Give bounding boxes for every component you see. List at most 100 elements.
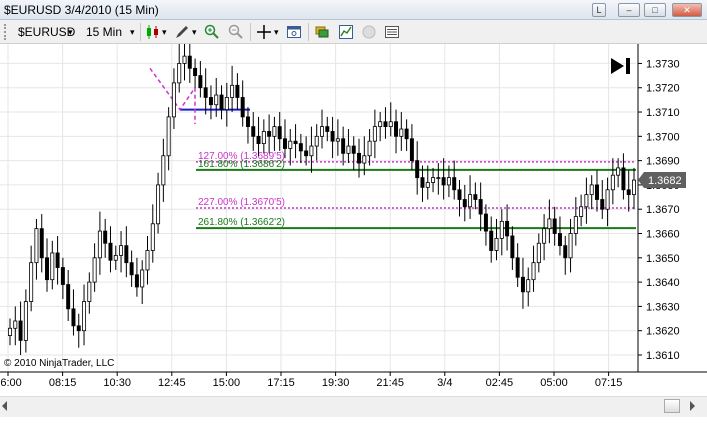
inactive-circle-icon[interactable] [361,24,377,40]
time-label: 21:45 [376,377,404,389]
candle-body [208,97,213,106]
candle [483,204,488,246]
toolbar-grip[interactable] [4,24,10,40]
minimize-button[interactable]: – [618,3,640,17]
candle [145,235,150,285]
candle [314,124,319,161]
candlestick-style-icon[interactable] [145,24,161,40]
candle-body [182,55,187,64]
candle [214,78,219,117]
candle-body [34,228,39,264]
candle [224,82,229,127]
scroll-right-arrow-icon[interactable] [690,401,695,411]
candle [34,218,39,280]
candle-body [60,267,65,285]
candle [351,136,356,171]
candle-body [431,177,436,183]
candle-body [219,94,224,110]
candle [452,160,457,200]
properties-icon[interactable] [286,24,302,40]
crosshair-dropdown-icon[interactable]: ▾ [274,24,279,40]
data-box-icon[interactable] [384,24,400,40]
candle-body [193,67,198,76]
candle [219,85,224,120]
candle-body [134,274,139,288]
candle-body [568,233,573,259]
candle [208,85,213,120]
candle [150,204,155,263]
close-button[interactable]: ✕ [672,3,702,17]
candle-body [605,189,610,210]
candle-body [489,230,494,251]
candle [198,61,203,98]
candle-body [108,242,113,261]
candle-body [124,245,129,264]
crosshair-icon[interactable] [256,24,272,40]
toolbar-separator [308,23,309,41]
candle-body [45,257,50,281]
time-label: 07:15 [595,377,623,389]
candle-body [542,228,547,244]
chart-trader-icon[interactable] [338,24,354,40]
candle-body [314,135,319,147]
candle-body [367,140,372,157]
drawing-dropdown-icon[interactable]: ▾ [192,24,197,40]
link-button[interactable]: L [592,3,606,17]
candle-body [97,230,102,259]
instrument-selector[interactable]: $EURUSD [18,24,75,40]
time-axis: 06:00 08:15 10:30 12:45 15:00 17:15 19:30 21:45… [0,372,622,389]
candle-body [557,233,562,247]
candle [325,116,330,142]
candle [505,204,510,251]
interval-selector[interactable]: 15 Min [86,24,122,40]
candle-body [499,220,504,239]
candle [510,226,515,270]
scrollbar-thumb[interactable] [664,399,680,413]
candle-body [494,237,499,251]
candle-body [240,97,245,118]
candle [272,116,277,151]
candle-body [55,252,60,268]
candle [129,250,134,287]
candle-body [388,121,393,128]
candle [367,129,372,166]
horizontal-scrollbar[interactable] [0,396,707,417]
candle-body [589,184,594,196]
candle-body [171,82,176,118]
candle [415,141,420,195]
candle-body [161,155,166,186]
candle [388,102,393,137]
scroll-left-arrow-icon[interactable] [2,401,7,411]
candle [394,109,399,154]
zoom-out-icon[interactable] [228,24,244,40]
candle [45,238,50,292]
candle-body [103,230,108,244]
candle-body [584,194,589,208]
candle [494,218,499,261]
candle [251,112,256,151]
candle-body [420,177,425,188]
instrument-list-icon[interactable] [314,24,330,40]
candle [557,216,562,256]
price-chart[interactable]: 127.00% (1.3689'5) 161.80% (1.3686'2) 227.… [0,39,707,394]
candle-body [76,325,81,332]
candle-body [621,167,626,191]
zoom-in-icon[interactable] [204,24,220,40]
candle [473,182,478,210]
current-price-label: 1.3682 [648,175,682,187]
candle-body [8,327,12,336]
style-dropdown-icon[interactable]: ▾ [162,24,167,40]
price-axis: 1.3610 1.3620 1.3630 1.3640 1.3650 1.3660 1.36… [638,58,680,362]
candle-body [66,284,71,310]
candle-body [245,116,250,128]
candle-body [198,75,203,89]
chart-canvas[interactable]: 127.00% (1.3689'5)161.80% (1.3686'2)227.… [0,39,707,394]
drawing-pen-icon[interactable] [174,24,190,40]
interval-dropdown-icon[interactable]: ▾ [130,24,135,40]
go-to-end-icon[interactable] [611,58,630,74]
candle [462,184,467,222]
time-label: 12:45 [158,377,186,389]
candle-body [18,320,23,341]
maximize-button[interactable]: □ [644,3,666,17]
instrument-dropdown-icon[interactable]: ▾ [68,24,73,40]
